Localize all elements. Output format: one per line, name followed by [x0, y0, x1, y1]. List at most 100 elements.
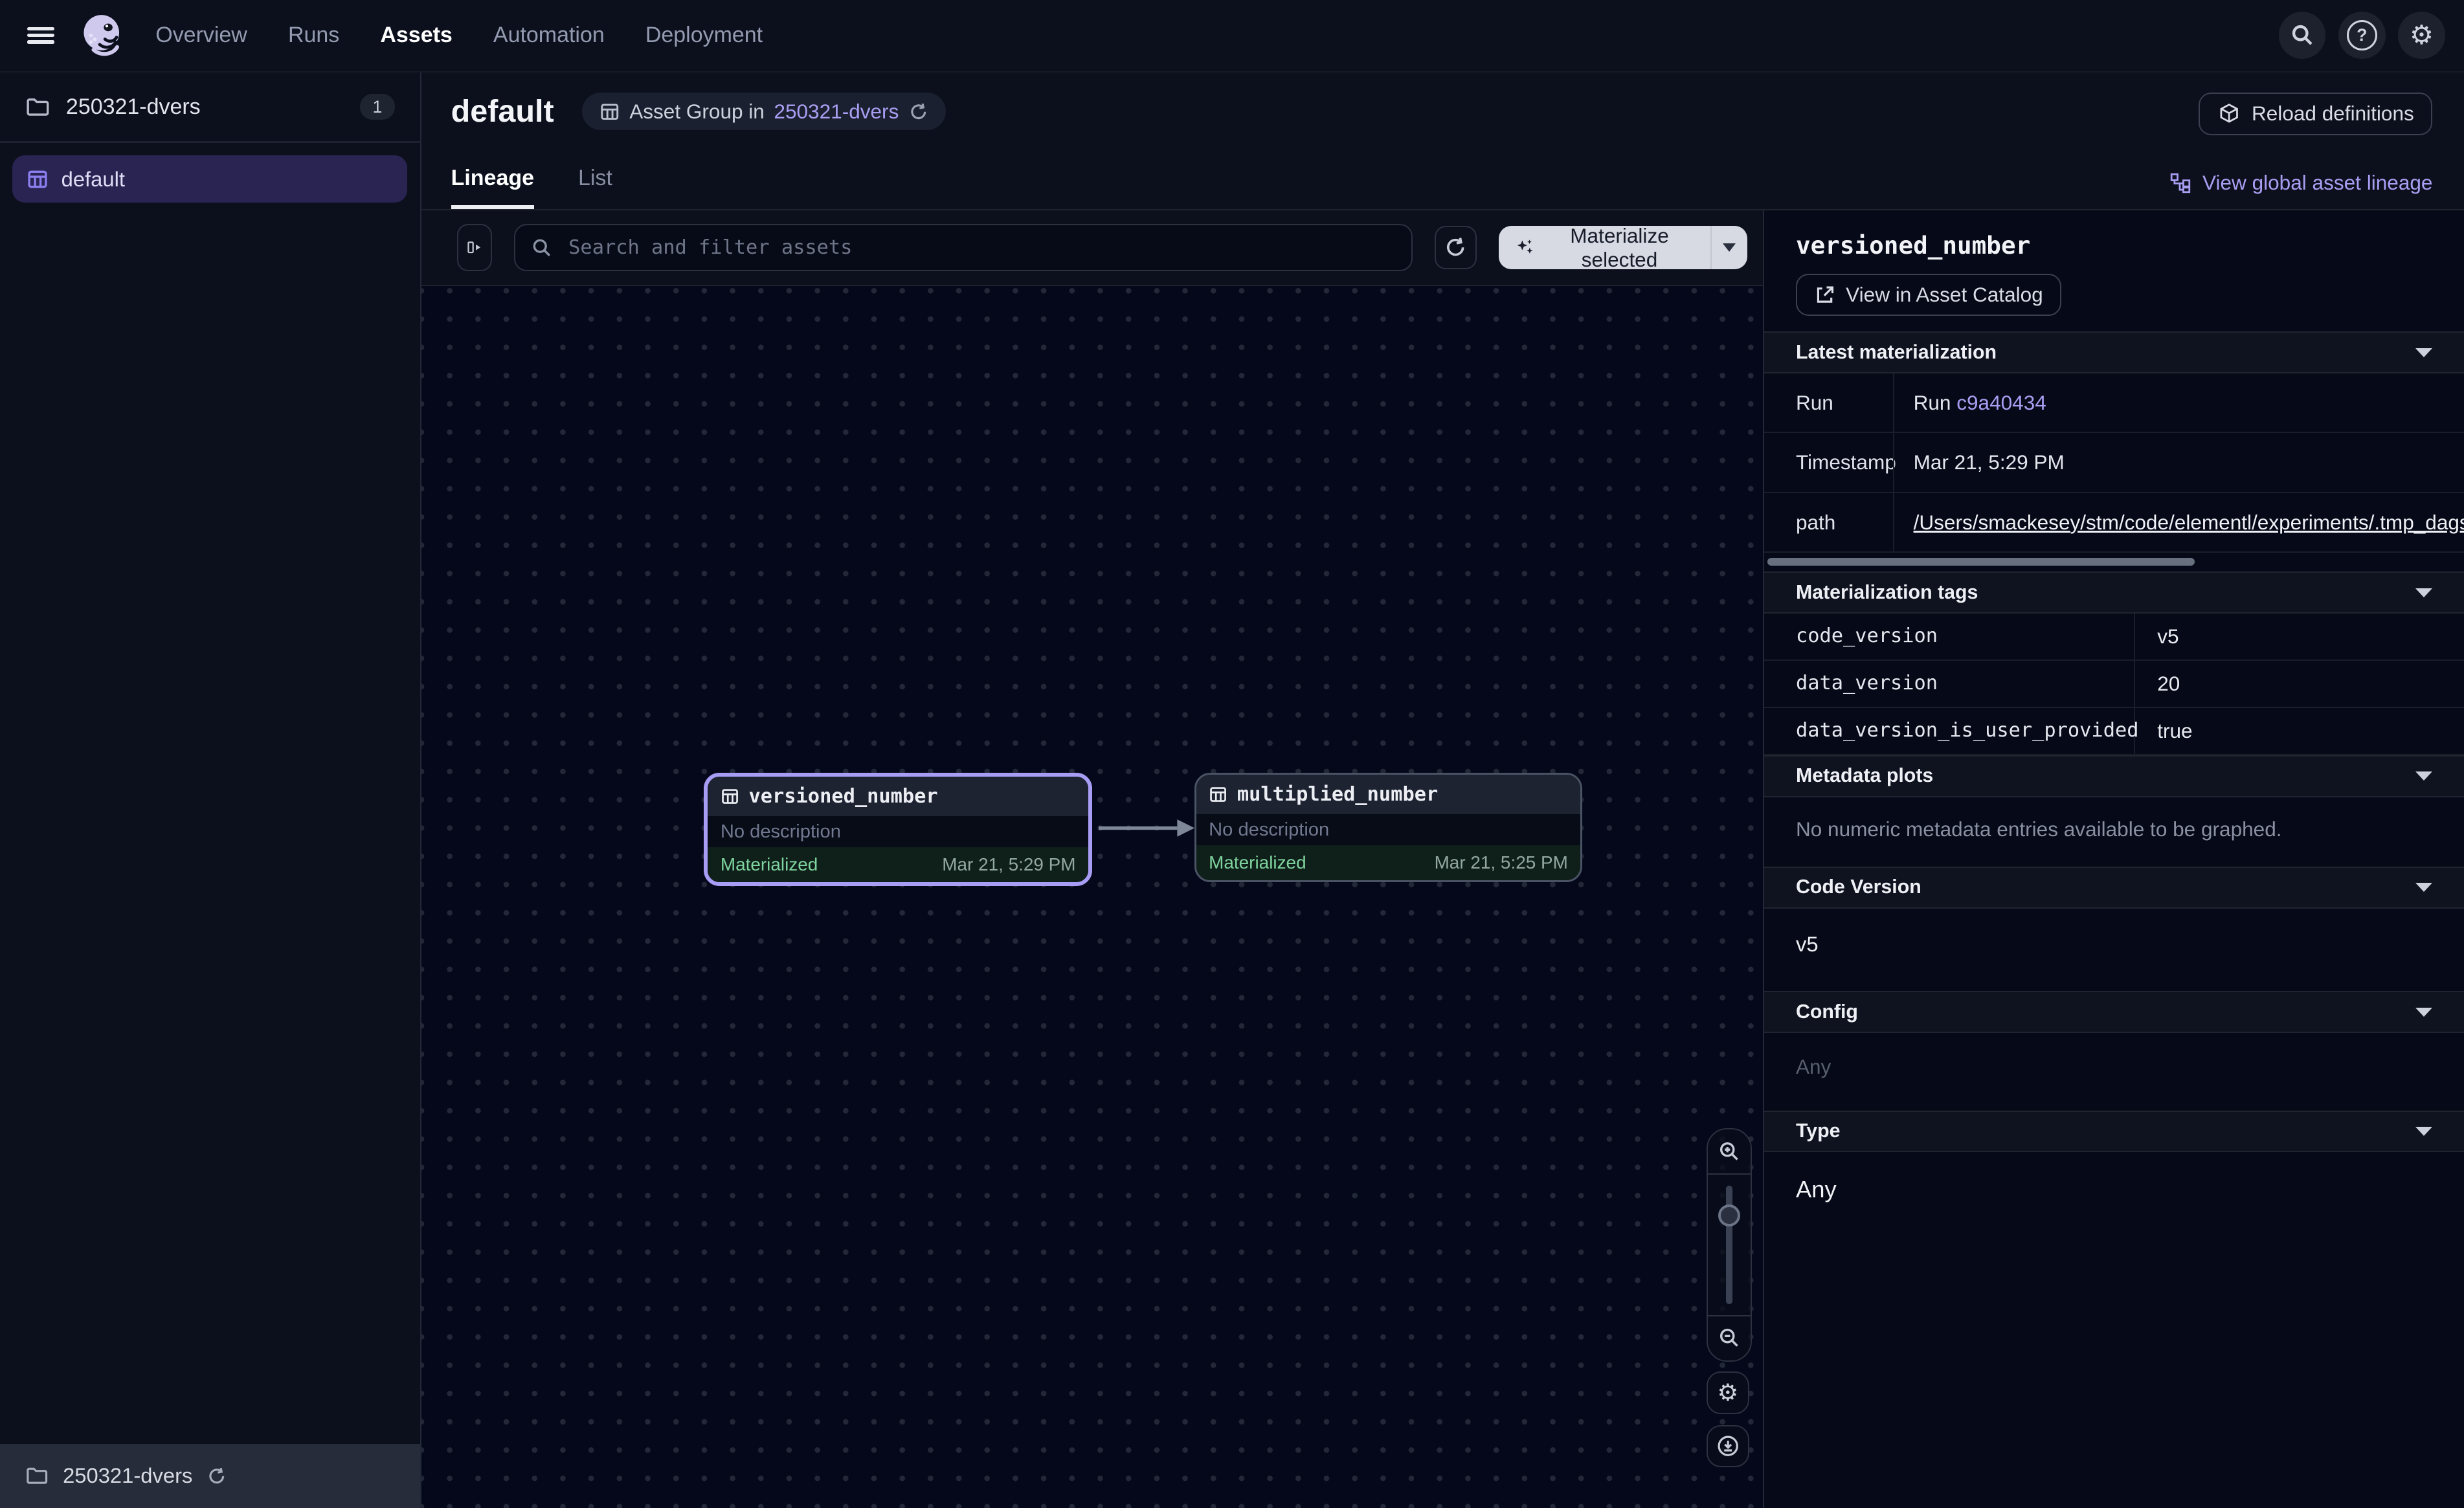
latest-materialization-table: Run Run c9a40434 Timestamp Mar 21, 5:29 … — [1764, 373, 2464, 566]
table-icon — [721, 787, 739, 806]
horizontal-scrollbar[interactable] — [1767, 558, 2195, 566]
section-title: Config — [1796, 1001, 1858, 1023]
section-title: Latest materialization — [1796, 342, 1997, 364]
refresh-icon[interactable] — [908, 102, 929, 122]
download-icon — [1716, 1434, 1740, 1458]
nav-links: Overview Runs Assets Automation Deployme… — [155, 23, 763, 48]
materialized-status: Materialized — [721, 854, 818, 875]
tag-key: code_version — [1764, 614, 2135, 660]
nav-item-overview[interactable]: Overview — [155, 23, 247, 48]
download-image-button[interactable] — [1707, 1425, 1749, 1468]
section-header-type[interactable]: Type — [1764, 1111, 2464, 1153]
section-header-latest-materialization[interactable]: Latest materialization — [1764, 331, 2464, 373]
path-link[interactable]: /Users/smackesey/stm/code/elementl/exper… — [1914, 511, 2464, 534]
materialized-timestamp: Mar 21, 5:29 PM — [942, 854, 1075, 875]
row-key: path — [1764, 493, 1893, 551]
zoom-out-icon — [1718, 1326, 1741, 1349]
dagster-logo[interactable] — [78, 11, 127, 60]
sidebar-group-row[interactable]: 250321-dvers 1 — [0, 72, 420, 142]
top-nav: Overview Runs Assets Automation Deployme… — [0, 0, 2464, 72]
sidebar-footer-repo[interactable]: 250321-dvers — [0, 1444, 420, 1508]
badge-repo-link[interactable]: 250321-dvers — [774, 100, 899, 124]
zoom-in-button[interactable] — [1708, 1129, 1751, 1173]
reload-definitions-label: Reload definitions — [2252, 102, 2414, 126]
materialization-tags-table: code_version v5 data_version 20 data_ver… — [1764, 614, 2464, 755]
zoom-controls — [1707, 1128, 1752, 1362]
asset-node-footer: Materialized Mar 21, 5:25 PM — [1196, 845, 1581, 880]
folder-icon — [25, 94, 50, 120]
expand-panel-button[interactable] — [457, 224, 491, 271]
tab-lineage[interactable]: Lineage — [451, 166, 534, 209]
folder-icon — [25, 1464, 49, 1487]
sidebar-footer-label: 250321-dvers — [63, 1463, 192, 1488]
search-input[interactable] — [565, 235, 1396, 261]
type-value: Any — [1764, 1152, 2464, 1237]
refresh-graph-button[interactable] — [1435, 226, 1477, 270]
table-icon — [1209, 785, 1227, 804]
asset-node-header: multiplied_number — [1196, 775, 1581, 814]
sidebar: 250321-dvers 1 default 250321-dvers — [0, 72, 421, 1508]
help-button[interactable]: ? — [2338, 12, 2386, 59]
reload-definitions-icon — [2217, 102, 2241, 126]
search-icon — [531, 237, 553, 259]
refresh-icon — [1444, 236, 1467, 259]
view-global-asset-lineage-link[interactable]: View global asset lineage — [2169, 171, 2432, 195]
tab-list[interactable]: List — [578, 166, 612, 209]
asset-node-multiplied-number[interactable]: multiplied_number No description Materia… — [1194, 773, 1583, 882]
search-icon — [2290, 23, 2315, 48]
asset-node-name: versioned_number — [749, 785, 938, 808]
section-caret-icon — [2415, 771, 2432, 781]
hamburger-icon — [27, 24, 54, 47]
graph-settings-button[interactable]: ⚙ — [1707, 1371, 1749, 1414]
tag-key: data_version — [1764, 661, 2135, 707]
run-link[interactable]: c9a40434 — [1956, 391, 2046, 414]
section-header-materialization-tags[interactable]: Materialization tags — [1764, 571, 2464, 614]
refresh-icon[interactable] — [207, 1466, 227, 1487]
section-title: Materialization tags — [1796, 582, 1978, 604]
tag-value: 20 — [2135, 661, 2464, 707]
row-key: Run — [1764, 373, 1893, 432]
asset-search-box — [514, 224, 1413, 271]
tag-value: true — [2135, 708, 2464, 754]
section-header-code-version[interactable]: Code Version — [1764, 867, 2464, 909]
view-in-asset-catalog-button[interactable]: View in Asset Catalog — [1796, 274, 2061, 316]
nav-item-runs[interactable]: Runs — [288, 23, 339, 48]
table-row: Timestamp Mar 21, 5:29 PM — [1764, 433, 2464, 493]
sidebar-divider — [0, 141, 420, 142]
lineage-canvas[interactable]: versioned_number No description Material… — [421, 286, 1764, 1508]
settings-button[interactable]: ⚙ — [2398, 12, 2445, 59]
asset-node-name: multiplied_number — [1237, 783, 1438, 806]
row-value: Mar 21, 5:29 PM — [1893, 433, 2464, 491]
gear-icon: ⚙ — [1718, 1381, 1739, 1404]
zoom-slider[interactable] — [1708, 1173, 1751, 1316]
search-button[interactable] — [2279, 12, 2326, 59]
materialize-selected-button[interactable]: Materialize selected — [1499, 226, 1710, 270]
asset-node-description: No description — [708, 816, 1088, 848]
view-global-asset-lineage-label: View global asset lineage — [2202, 171, 2432, 195]
section-caret-icon — [2415, 1127, 2432, 1136]
zoom-out-button[interactable] — [1708, 1316, 1751, 1360]
gear-icon: ⚙ — [2410, 22, 2434, 49]
section-header-metadata-plots[interactable]: Metadata plots — [1764, 755, 2464, 797]
asset-node-description: No description — [1196, 814, 1581, 846]
nav-item-automation[interactable]: Automation — [493, 23, 605, 48]
reload-definitions-button[interactable]: Reload definitions — [2199, 93, 2433, 135]
zoom-slider-knob[interactable] — [1718, 1204, 1740, 1226]
lineage-toolbar: Materialize selected — [421, 210, 1764, 286]
page-title: default — [451, 93, 554, 129]
menu-button[interactable] — [19, 14, 63, 58]
row-value: Run c9a40434 — [1893, 373, 2464, 432]
nav-item-deployment[interactable]: Deployment — [645, 23, 763, 48]
section-caret-icon — [2415, 348, 2432, 357]
table-row: Run Run c9a40434 — [1764, 373, 2464, 433]
table-row: path /Users/smackesey/stm/code/elementl/… — [1764, 493, 2464, 553]
section-header-config[interactable]: Config — [1764, 991, 2464, 1033]
nav-item-assets[interactable]: Assets — [380, 23, 452, 48]
external-link-icon — [1815, 285, 1835, 305]
section-title: Code Version — [1796, 876, 1921, 898]
chevron-down-icon — [1723, 243, 1736, 252]
section-caret-icon — [2415, 1008, 2432, 1017]
sidebar-item-default[interactable]: default — [12, 155, 407, 203]
asset-node-versioned-number[interactable]: versioned_number No description Material… — [704, 773, 1092, 886]
materialize-dropdown-button[interactable] — [1710, 226, 1747, 270]
